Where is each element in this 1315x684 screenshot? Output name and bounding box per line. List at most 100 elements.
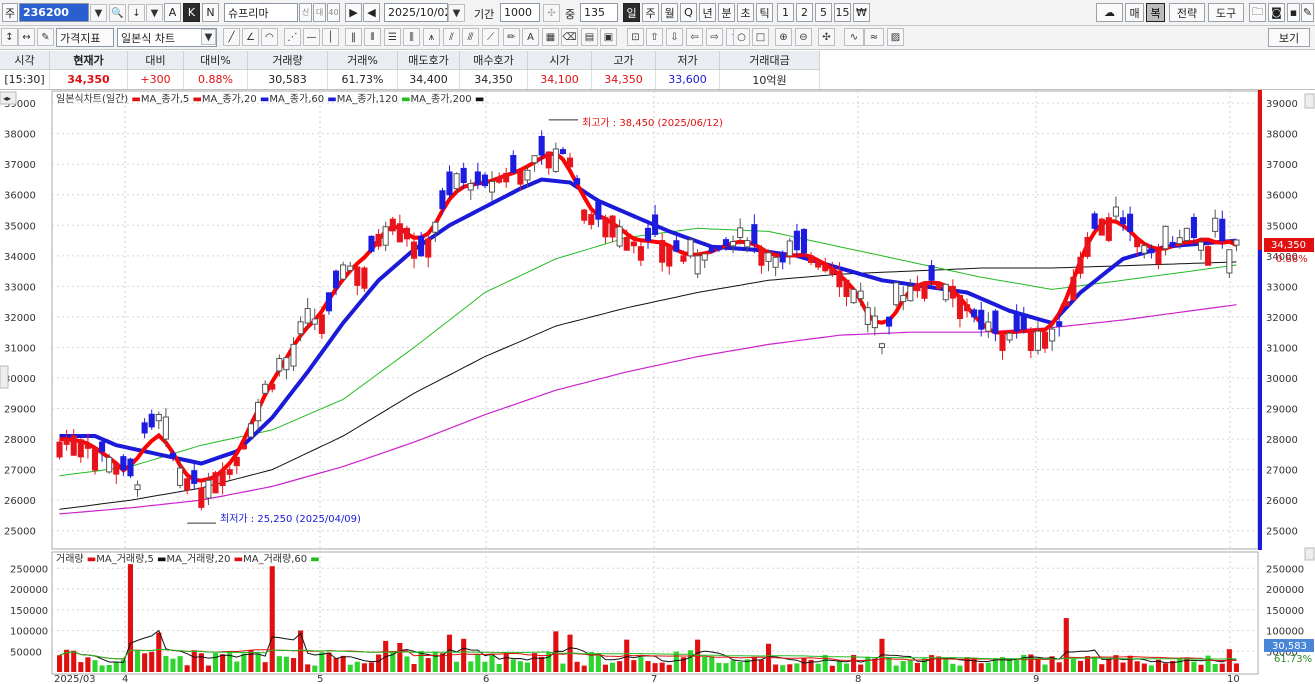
arc-icon[interactable]: ◠: [261, 28, 278, 46]
camera-icon[interactable]: ◙: [1268, 3, 1285, 22]
cloud-icon[interactable]: ☁: [1096, 3, 1123, 22]
view-button[interactable]: 보기: [1268, 28, 1310, 47]
interval-15[interactable]: 15: [834, 3, 851, 22]
y-tick-label-left: 29000: [4, 405, 36, 416]
candle-body: [1049, 328, 1056, 342]
stock-chart[interactable]: 25000 25000 26000 26000 27000 27000 28000 28000…: [0, 90, 1315, 684]
zoom-out-icon[interactable]: ⊖: [795, 28, 812, 46]
scroll-down-icon[interactable]: [1304, 547, 1315, 561]
interval-5[interactable]: 5: [815, 3, 832, 22]
arrow-up-icon[interactable]: ⇧: [646, 28, 663, 46]
candle-body: [637, 246, 644, 261]
cycle-icon[interactable]: ⟋: [482, 28, 499, 46]
grid-lines-icon[interactable]: ☰: [384, 28, 401, 46]
trend-line-icon[interactable]: ╱: [223, 28, 240, 46]
hdr-open: 시가: [528, 51, 592, 70]
volume-bar: [276, 656, 282, 672]
edit-icon[interactable]: ✎: [37, 28, 54, 46]
arrow-down-icon[interactable]: ⇩: [666, 28, 683, 46]
crosshair-icon[interactable]: ✣: [543, 4, 560, 22]
interval-1[interactable]: 1: [777, 3, 794, 22]
interval-week[interactable]: 주: [642, 3, 659, 22]
letter-a-button[interactable]: A: [164, 3, 181, 22]
note-icon[interactable]: ▤: [581, 28, 598, 46]
interval-month[interactable]: 월: [661, 3, 678, 22]
vol-tick-label-left: 250000: [10, 564, 48, 575]
fibonacci-icon[interactable]: ‖: [345, 28, 362, 46]
letter-n-button[interactable]: N: [202, 3, 219, 22]
interval-tick[interactable]: 틱: [756, 3, 773, 22]
vertical-line-icon[interactable]: │: [322, 28, 339, 46]
pencil-icon[interactable]: ✏: [503, 28, 520, 46]
y-tick-label-left: 35000: [4, 221, 36, 232]
interval-minute[interactable]: 분: [718, 3, 735, 22]
pin-icon[interactable]: ✎: [1301, 3, 1314, 22]
won-icon[interactable]: ₩: [853, 3, 870, 22]
zoom-box-icon[interactable]: ⊡: [627, 28, 644, 46]
horizontal-line-icon[interactable]: —: [303, 28, 320, 46]
arrow-left-right-icon[interactable]: ↔: [18, 28, 35, 46]
zoom-in-icon[interactable]: ⊕: [775, 28, 792, 46]
interval-year[interactable]: 년: [699, 3, 716, 22]
chart-type-dropdown-icon[interactable]: ▼: [201, 29, 216, 45]
candle-body: [864, 307, 871, 325]
candle-body: [673, 240, 680, 252]
calendar-dropdown-icon[interactable]: ▼: [448, 4, 465, 22]
color-grid-icon[interactable]: ▦: [542, 28, 559, 46]
strategy-button[interactable]: 전략: [1169, 3, 1205, 22]
bok-button[interactable]: 복: [1146, 3, 1165, 22]
crosshair-tool-icon[interactable]: ✣: [818, 28, 835, 46]
parallel-icon[interactable]: ⫻: [462, 28, 479, 46]
circle-icon[interactable]: ○: [733, 28, 750, 46]
price-indicator-button[interactable]: 가격지표: [56, 28, 114, 47]
code-prefix[interactable]: 주: [2, 3, 18, 22]
prev-icon[interactable]: ◀: [363, 3, 380, 22]
count-input[interactable]: 135: [580, 3, 618, 22]
candle-body: [836, 270, 843, 288]
candle-body: [722, 239, 730, 247]
image-icon[interactable]: ▨: [887, 28, 904, 46]
save-icon[interactable]: ▪: [1287, 3, 1300, 22]
letter-k-button[interactable]: K: [183, 3, 200, 22]
candle-body: [630, 241, 637, 247]
arrow-up-down-icon[interactable]: ↕: [1, 28, 18, 46]
volume-bar: [149, 651, 155, 672]
square-icon[interactable]: □: [752, 28, 769, 46]
period-input[interactable]: 1000: [500, 3, 540, 22]
bars-icon[interactable]: ⫼: [403, 28, 420, 46]
next-icon[interactable]: ▶: [345, 3, 362, 22]
sort-icon[interactable]: ↓: [128, 4, 145, 22]
angle-line-icon[interactable]: ∠: [242, 28, 259, 46]
stock-name-field[interactable]: 슈프리마: [224, 3, 298, 22]
interval-2[interactable]: 2: [796, 3, 813, 22]
fan-line-icon[interactable]: ⋰: [284, 28, 301, 46]
candle-body: [680, 255, 687, 262]
interval-day[interactable]: 일: [623, 3, 640, 22]
volume-bar: [1077, 660, 1084, 672]
folder-icon[interactable]: 🗀: [1249, 3, 1266, 22]
date-input[interactable]: 2025/10/02: [384, 3, 448, 22]
stock-code-input[interactable]: 236200: [19, 3, 89, 22]
mae-button[interactable]: 매: [1125, 3, 1144, 22]
volume-bar: [1070, 658, 1076, 672]
code-dropdown-icon[interactable]: ▼: [90, 4, 107, 22]
arrow-right-icon[interactable]: ⇨: [706, 28, 723, 46]
side-collapse-icon[interactable]: [0, 365, 9, 389]
period-lines-icon[interactable]: ⦀: [364, 28, 381, 46]
search-icon[interactable]: 🔍: [109, 4, 126, 22]
dropdown-icon[interactable]: ▼: [146, 4, 163, 22]
arrow-left-icon[interactable]: ⇦: [686, 28, 703, 46]
wave-icon[interactable]: ∿: [844, 28, 864, 46]
eraser-icon[interactable]: ⌫: [561, 28, 578, 46]
candle-body: [481, 174, 488, 187]
wave2-icon[interactable]: ≈: [864, 28, 884, 46]
interval-quarter[interactable]: Q: [680, 3, 697, 22]
text-icon[interactable]: A: [522, 28, 539, 46]
channel-icon[interactable]: ⫽: [443, 28, 460, 46]
tools-button[interactable]: 도구: [1208, 3, 1244, 22]
lock-icon[interactable]: ▣: [600, 28, 617, 46]
candle-body: [616, 226, 623, 247]
pitchfork-icon[interactable]: ⩚: [423, 28, 440, 46]
scroll-up-icon[interactable]: [1304, 93, 1315, 109]
interval-second[interactable]: 초: [737, 3, 754, 22]
